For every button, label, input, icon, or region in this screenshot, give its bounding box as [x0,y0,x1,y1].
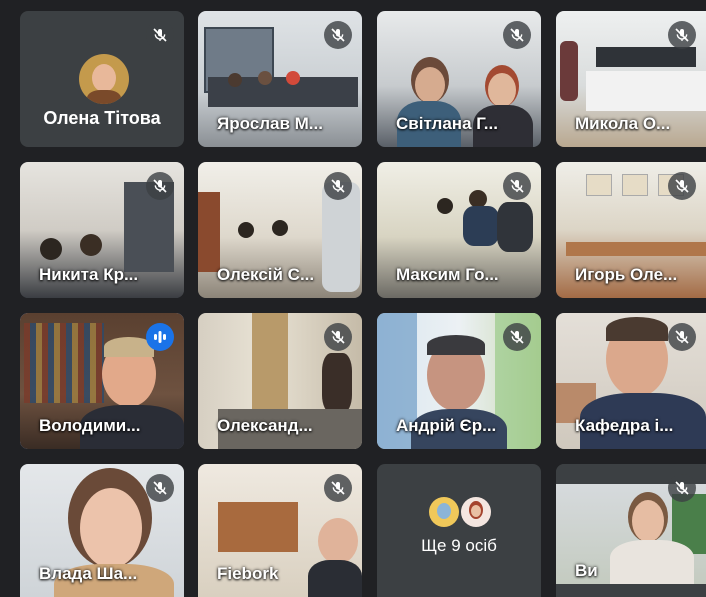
participant-avatar [461,497,491,527]
participant-avatar [429,497,459,527]
participant-tile-kafedra[interactable]: Кафедра і... [556,313,706,449]
participant-name: Ви [575,561,598,580]
participant-tile-oleksandr[interactable]: Олександ... [198,313,362,449]
mic-off-icon [324,172,352,200]
participant-name: Влада Ша... [39,564,138,583]
mic-off-icon [324,323,352,351]
participant-avatar [79,54,129,104]
audio-level-icon [146,323,174,351]
participant-tile-andrii[interactable]: Андрій Єр... [377,313,541,449]
mic-off-icon [146,21,174,49]
participant-tile-svitlana[interactable]: Світлана Г... [377,11,541,147]
participant-tile-volodymyr[interactable]: Володими... [20,313,184,449]
participant-name: Світлана Г... [396,114,498,133]
mic-off-icon [503,21,531,49]
participant-tile-nykyta[interactable]: Никита Кр... [20,162,184,298]
participant-name: Игорь Оле... [575,265,678,284]
participant-tile-vlada[interactable]: Влада Ша... [20,464,184,597]
participant-tile-yaroslav[interactable]: Ярослав М... [198,11,362,147]
mic-off-icon [146,474,174,502]
mic-off-icon [503,323,531,351]
mic-off-icon [668,21,696,49]
participant-name: Никита Кр... [39,265,139,284]
participant-name: Володими... [39,416,141,435]
participant-tile-fiebork[interactable]: Fiebork [198,464,362,597]
self-view-tile[interactable]: Ви [556,464,706,597]
participant-name: Максим Го... [396,265,499,284]
participant-tile-olena[interactable]: Олена Тітова [20,11,184,147]
participant-name: Олександ... [217,416,313,435]
participant-name: Ярослав М... [217,114,323,133]
mic-off-icon [324,474,352,502]
mic-off-icon [503,172,531,200]
mic-off-icon [668,323,696,351]
participant-name: Микола О... [575,114,671,133]
participant-tile-maksym[interactable]: Максим Го... [377,162,541,298]
mic-off-icon [668,172,696,200]
participant-tile-oleksii[interactable]: Олексій С... [198,162,362,298]
participant-name: Кафедра і... [575,416,674,435]
participant-name: Олена Тітова [43,108,161,128]
more-participants-label: Ще 9 осіб [421,536,497,555]
participant-name: Олексій С... [217,265,315,284]
more-participants-tile[interactable]: Ще 9 осіб [377,464,541,597]
mic-off-icon [668,474,696,502]
mic-off-icon [324,21,352,49]
mic-off-icon [146,172,174,200]
participant-name: Андрій Єр... [396,416,497,435]
participant-name: Fiebork [217,564,279,583]
participant-tile-mykola[interactable]: Микола О... [556,11,706,147]
participant-tile-ihor[interactable]: Игорь Оле... [556,162,706,298]
